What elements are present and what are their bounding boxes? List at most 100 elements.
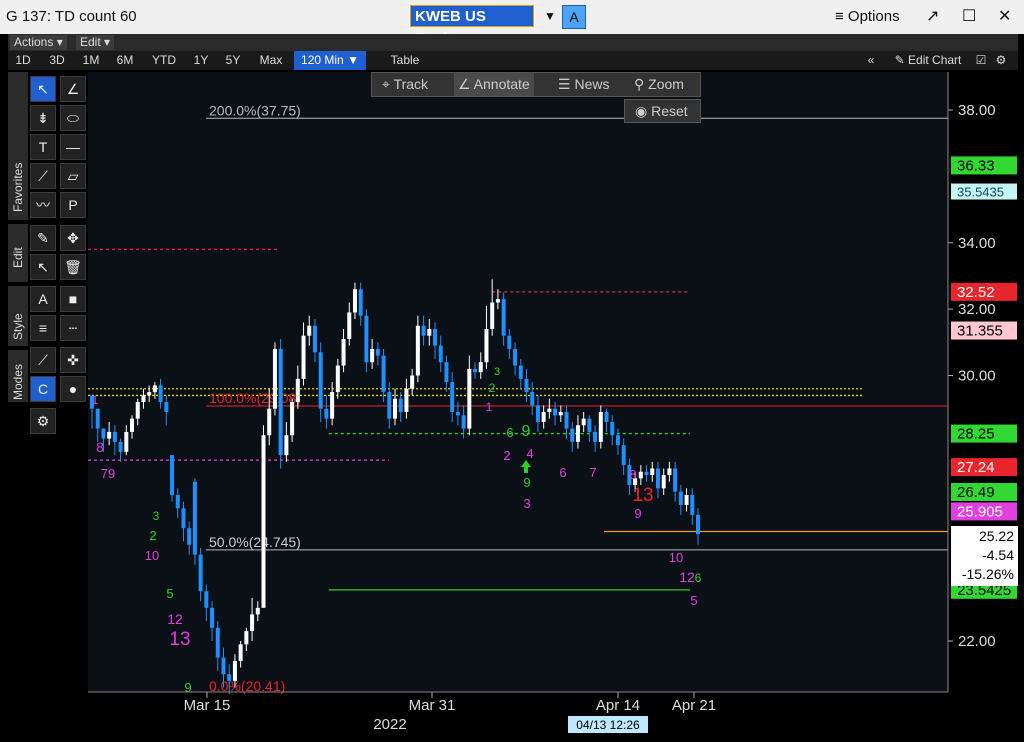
period-5y[interactable]: 5Y xyxy=(220,51,246,70)
fib-label: 100.0%(29.08) xyxy=(209,390,301,406)
actions-menu[interactable]: Actions ▾ xyxy=(10,35,67,50)
candle-body xyxy=(101,428,106,439)
reset-label: Reset xyxy=(651,103,688,119)
candle-body xyxy=(678,491,683,505)
reset-button[interactable]: ◉ Reset xyxy=(624,99,701,123)
ticker-dropdown-icon[interactable]: ▼ xyxy=(544,9,556,23)
snap-mode-icon[interactable]: C xyxy=(30,376,56,402)
edit-pen-icon[interactable]: ✎ xyxy=(30,225,56,251)
popout-icon[interactable]: ↗ xyxy=(926,6,939,26)
price-tag-label: 31.355 xyxy=(957,323,1003,340)
candle-body xyxy=(587,418,592,432)
price-chart[interactable]: 200.0%(37.75) 100.0%(29.08) 50.0%(24.745) 0… xyxy=(0,70,1024,742)
percent-tool-icon[interactable]: ⇟ xyxy=(30,105,56,131)
channel-icon[interactable]: ▱ xyxy=(60,163,86,189)
candle-body xyxy=(518,365,523,379)
pointer-icon[interactable]: ↖ xyxy=(30,76,56,102)
td-count-label: 6 xyxy=(695,571,702,585)
fib-label: 0.0%(20.41) xyxy=(209,678,285,694)
candle-body xyxy=(393,398,397,419)
candle-body xyxy=(661,475,666,489)
candle-body xyxy=(375,348,380,356)
period-1y[interactable]: 1Y xyxy=(188,51,214,70)
candle-body xyxy=(318,352,323,409)
select-add-icon[interactable]: ↖ xyxy=(30,254,56,280)
security-input[interactable]: KWEB US Equity xyxy=(410,5,534,47)
close-icon[interactable]: ✕ xyxy=(998,6,1011,26)
window-title: G 137: TD count 60 xyxy=(6,8,137,25)
period-6m[interactable]: 6M xyxy=(112,51,138,70)
track-button[interactable]: ⌖ Track xyxy=(382,73,428,96)
security-a-button[interactable]: A xyxy=(562,5,586,29)
zoom-button[interactable]: ⚲ Zoom xyxy=(634,73,684,96)
td-count-label: 2 xyxy=(489,381,496,395)
table-button[interactable]: Table xyxy=(380,51,430,70)
candle-body xyxy=(387,392,392,419)
period-bar: 1D 3D 1M 6M YTD 1Y 5Y Max 120 Min ▼ Tabl… xyxy=(8,51,1018,70)
candle-body xyxy=(484,329,489,363)
td-count-label: 7 xyxy=(589,465,596,480)
ellipse-icon[interactable]: ⬭ xyxy=(60,105,86,131)
period-1d[interactable]: 1D xyxy=(10,51,36,70)
line-style-icon[interactable]: ┄ xyxy=(60,315,86,341)
candle-body xyxy=(610,421,615,436)
style-label: Style xyxy=(11,313,25,340)
move-icon[interactable]: ✥ xyxy=(60,225,86,251)
candle-body xyxy=(638,471,643,479)
candle-body xyxy=(644,471,649,476)
candle-body xyxy=(147,392,152,396)
trendline-icon[interactable]: ⟋ xyxy=(30,163,56,189)
text-tool-icon[interactable]: T xyxy=(30,134,56,160)
annotate-button[interactable]: ∠ Annotate xyxy=(454,73,534,96)
candle-body xyxy=(581,418,586,426)
fill-color-icon[interactable]: ■ xyxy=(60,286,86,312)
chart-window: G 137: TD count 60 KWEB US Equity ▼ A ≡ … xyxy=(0,0,1024,742)
candle-body xyxy=(690,494,695,515)
period-120min[interactable]: 120 Min ▼ xyxy=(294,51,366,70)
tab-edit[interactable]: Edit xyxy=(8,224,28,282)
period-3d[interactable]: 3D xyxy=(44,51,70,70)
period-ytd[interactable]: YTD xyxy=(148,51,180,70)
polyline-icon[interactable]: 〰 xyxy=(30,192,56,218)
color-palette-icon[interactable]: ● xyxy=(60,376,86,402)
options-menu[interactable]: ≡ Options xyxy=(835,8,900,25)
candle-body xyxy=(255,607,260,615)
candle-body xyxy=(181,508,186,529)
chevron-down-icon: ▾ xyxy=(104,35,111,49)
edit-box-icon[interactable]: ☑ xyxy=(974,51,988,70)
settings-icon[interactable]: ⚙ xyxy=(994,51,1008,70)
candle-body xyxy=(204,591,209,608)
td-count-label: 3 xyxy=(494,366,500,378)
candle-body xyxy=(427,329,432,336)
candle-body xyxy=(621,445,626,466)
period-1m[interactable]: 1M xyxy=(78,51,104,70)
tab-style[interactable]: Style xyxy=(8,286,28,346)
collapse-icon[interactable]: « xyxy=(864,51,878,70)
candle-body xyxy=(164,402,169,413)
pen-tool-icon[interactable]: ∠ xyxy=(60,76,86,102)
y-tick-label: 30.00 xyxy=(958,368,996,385)
gear-icon[interactable]: ⚙ xyxy=(30,408,56,434)
price-tag-label: 26.49 xyxy=(957,484,995,501)
line-width-icon[interactable]: ≡ xyxy=(30,315,56,341)
tab-favorites[interactable]: Favorites xyxy=(8,72,28,220)
pencil-icon: ✎ xyxy=(894,53,909,67)
horizontal-line-icon[interactable]: — xyxy=(60,134,86,160)
trash-icon[interactable]: 🗑 xyxy=(60,254,86,280)
magnet-icon[interactable]: ⟋ xyxy=(30,347,56,373)
period-max[interactable]: Max xyxy=(254,51,288,70)
parking-icon[interactable]: P xyxy=(60,192,86,218)
news-button[interactable]: ☰ News xyxy=(558,73,609,96)
edit-chart-button[interactable]: ✎ Edit Chart xyxy=(886,51,970,70)
candle-body xyxy=(250,614,255,632)
track-label: Track xyxy=(393,76,429,92)
font-style-icon[interactable]: A xyxy=(30,286,56,312)
edit-menu[interactable]: Edit ▾ xyxy=(76,35,115,50)
tab-modes[interactable]: Modes xyxy=(8,350,28,402)
crosshair-date: 04/13 12:26 xyxy=(576,718,640,732)
maximize-icon[interactable]: ☐ xyxy=(962,6,976,26)
td-count-label: 13 xyxy=(169,629,190,650)
crosshair-icon[interactable]: ✜ xyxy=(60,347,86,373)
options-label: Options xyxy=(847,8,900,25)
candle-body xyxy=(547,408,552,413)
